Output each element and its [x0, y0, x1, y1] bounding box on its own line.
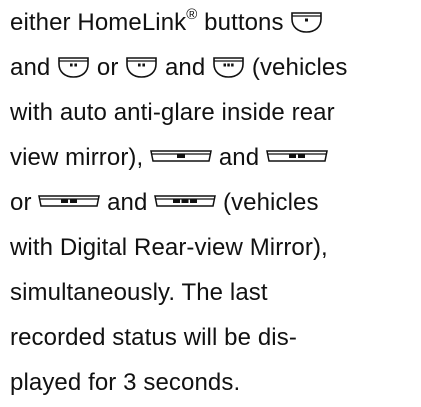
paragraph-line: view mirror), and — [10, 143, 328, 173]
paragraph-line: either HomeLink® buttons — [10, 6, 323, 38]
paragraph-line: recorded status will be dis- — [10, 324, 297, 351]
paragraph-line: simultaneously. The last — [10, 279, 268, 306]
text-run: or — [90, 54, 126, 81]
text-run: or — [10, 189, 39, 216]
paragraph-line: or and (vehicles — [10, 188, 319, 218]
text-run: and — [158, 54, 213, 81]
text-run: and — [100, 189, 155, 216]
digital-mirror-button-2-bars-icon — [38, 194, 101, 207]
paragraph-line: with auto anti-glare inside rear — [10, 99, 335, 126]
digital-mirror-button-2-bars-icon — [266, 149, 328, 162]
text-run: and — [10, 54, 58, 81]
paragraph-line: with Digital Rear-view Mirror), — [10, 234, 328, 261]
text-run: view mirror), — [10, 144, 151, 171]
homelink-button-2-dots-icon — [57, 55, 90, 79]
manual-page: either HomeLink® buttons and or and (veh… — [0, 0, 421, 407]
text-run: either HomeLink — [10, 9, 187, 36]
text-run: (vehicles — [216, 189, 319, 216]
text-run: buttons — [197, 9, 291, 36]
text-run: and — [212, 144, 266, 171]
text-run: (vehicles — [245, 54, 348, 81]
homelink-button-2-dots-icon — [125, 55, 158, 79]
paragraph-line: played for 3 seconds. — [10, 369, 241, 396]
digital-mirror-button-1-bar-icon — [150, 149, 212, 162]
homelink-button-3-dots-icon — [212, 55, 245, 79]
digital-mirror-button-3-bars-icon — [154, 194, 217, 207]
homelink-button-1-dot-icon — [290, 10, 323, 34]
registered-mark: ® — [186, 6, 198, 23]
paragraph-line: and or and (vehicles — [10, 53, 347, 83]
